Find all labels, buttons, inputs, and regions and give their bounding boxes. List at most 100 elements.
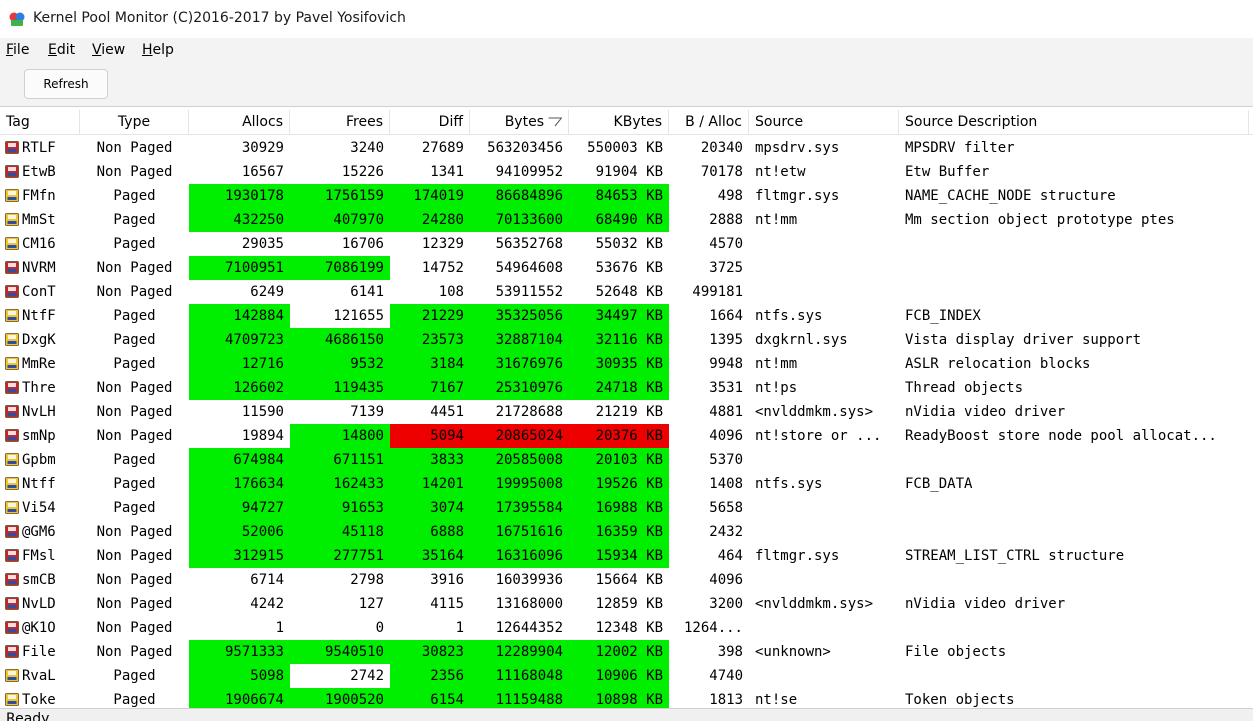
app-icon: [9, 12, 25, 26]
cell-source-description: Token objects: [905, 692, 1015, 708]
pool-table-body[interactable]: RTLF Non Paged 30929 3240 27689 563203456 5500…: [0, 136, 1253, 708]
table-row[interactable]: File Non Paged 9571333 9540510 30823 12289904…: [0, 640, 1253, 664]
menu-file[interactable]: File: [6, 42, 29, 58]
column-header-frees[interactable]: Frees: [290, 110, 390, 134]
cell-allocs: 1930178: [189, 184, 290, 208]
cell-frees: 671151: [290, 448, 390, 472]
cell-kbytes: 91904 KB: [595, 164, 663, 180]
table-row[interactable]: FMsl Non Paged 312915 277751 35164 16316096 15…: [0, 544, 1253, 568]
column-header-kbytes[interactable]: KBytes: [569, 110, 669, 134]
column-header-b-per-alloc[interactable]: B / Alloc: [669, 110, 749, 134]
table-row[interactable]: Thre Non Paged 126602 119435 7167 25310976 247…: [0, 376, 1253, 400]
column-header-bytes[interactable]: Bytes: [470, 110, 569, 134]
table-row[interactable]: NVRM Non Paged 7100951 7086199 14752 54964608…: [0, 256, 1253, 280]
tag-text: @K1O: [22, 620, 56, 636]
cell-bytes: 20585008: [470, 448, 569, 472]
table-row[interactable]: RvaL Paged 5098 2742 2356 11168048 10906 KB 474…: [0, 664, 1253, 688]
cell-source-description: nVidia video driver: [905, 596, 1066, 612]
nonpaged-pool-icon: [5, 549, 19, 562]
table-row[interactable]: Toke Paged 1906674 1900520 6154 11159488 10898…: [0, 688, 1253, 708]
cell-allocs: 176634: [189, 472, 290, 496]
menu-view[interactable]: View: [92, 42, 125, 58]
table-row[interactable]: @K1O Non Paged 1 0 1 12644352 12348 KB 1264...: [0, 616, 1253, 640]
cell-bytes: 70133600: [470, 208, 569, 232]
table-row[interactable]: @GM6 Non Paged 52006 45118 6888 16751616 16359…: [0, 520, 1253, 544]
title-bar: Kernel Pool Monitor (C)2016-2017 by Pave…: [0, 0, 1253, 38]
cell-source: [749, 520, 899, 544]
cell-bytes: 11159488: [470, 688, 569, 708]
cell-frees: 9540510: [290, 640, 390, 664]
cell-type: Non Paged: [96, 404, 173, 420]
cell-source-description: FCB_DATA: [905, 476, 973, 492]
cell-diff: 174019: [390, 184, 470, 208]
table-row[interactable]: RTLF Non Paged 30929 3240 27689 563203456 5500…: [0, 136, 1253, 160]
cell-frees: 3240: [350, 140, 384, 156]
refresh-button[interactable]: Refresh: [24, 69, 108, 99]
table-row[interactable]: NtfF Paged 142884 121655 21229 35325056 34497 …: [0, 304, 1253, 328]
table-row[interactable]: NvLH Non Paged 11590 7139 4451 21728688 21219 …: [0, 400, 1253, 424]
cell-source-description: [899, 232, 1249, 256]
cell-source: nt!etw: [755, 164, 806, 180]
cell-allocs: 5098: [189, 664, 290, 688]
column-header-source[interactable]: Source: [749, 110, 899, 134]
cell-bytes: 54964608: [495, 260, 563, 276]
cell-source: ntfs.sys: [755, 308, 823, 324]
cell-b-per-alloc: 5658: [709, 500, 743, 516]
column-header-tag[interactable]: Tag: [0, 110, 80, 134]
cell-b-per-alloc: 1395: [709, 332, 743, 348]
table-row[interactable]: DxgK Paged 4709723 4686150 23573 32887104 3211…: [0, 328, 1253, 352]
column-header-diff[interactable]: Diff: [390, 110, 470, 134]
table-row[interactable]: EtwB Non Paged 16567 15226 1341 94109952 91904…: [0, 160, 1253, 184]
cell-tag: NVRM: [0, 256, 80, 280]
cell-bytes: 17395584: [470, 496, 569, 520]
table-row[interactable]: MmSt Paged 432250 407970 24280 70133600 68490 …: [0, 208, 1253, 232]
cell-diff: 6154: [390, 688, 470, 708]
cell-type: Non Paged: [96, 428, 173, 444]
table-row[interactable]: Vi54 Paged 94727 91653 3074 17395584 16988 KB 5…: [0, 496, 1253, 520]
cell-frees: 2798: [350, 572, 384, 588]
cell-kbytes: 10906 KB: [569, 664, 669, 688]
table-row[interactable]: FMfn Paged 1930178 1756159 174019 86684896 846…: [0, 184, 1253, 208]
cell-diff: 4115: [430, 596, 464, 612]
cell-source: [749, 568, 899, 592]
table-row[interactable]: MmRe Paged 12716 9532 3184 31676976 30935 KB 99…: [0, 352, 1253, 376]
cell-type: Paged: [113, 236, 156, 252]
cell-bytes: 19995008: [470, 472, 569, 496]
column-header-type[interactable]: Type: [80, 110, 189, 134]
paged-pool-icon: [5, 501, 19, 514]
cell-source: [749, 448, 899, 472]
cell-b-per-alloc: 70178: [700, 164, 743, 180]
menu-bar: File Edit View Help: [0, 38, 1253, 62]
tag-text: smNp: [22, 428, 56, 444]
tag-text: Thre: [22, 380, 56, 396]
cell-b-per-alloc: 2432: [709, 524, 743, 540]
tag-text: NvLD: [22, 596, 56, 612]
table-row[interactable]: ConT Non Paged 6249 6141 108 53911552 52648 KB…: [0, 280, 1253, 304]
column-header-source-description[interactable]: Source Description: [899, 110, 1249, 134]
table-row[interactable]: NvLD Non Paged 4242 127 4115 13168000 12859 KB…: [0, 592, 1253, 616]
column-header-allocs[interactable]: Allocs: [189, 110, 290, 134]
cell-allocs: 94727: [189, 496, 290, 520]
cell-source-description: [899, 616, 1249, 640]
cell-frees: 407970: [290, 208, 390, 232]
table-row[interactable]: Gpbm Paged 674984 671151 3833 20585008 20103 K…: [0, 448, 1253, 472]
menu-edit[interactable]: Edit: [48, 42, 75, 58]
cell-source-description: NAME_CACHE_NODE structure: [905, 188, 1116, 204]
table-row[interactable]: CM16 Paged 29035 16706 12329 56352768 55032 KB…: [0, 232, 1253, 256]
table-row[interactable]: smCB Non Paged 6714 2798 3916 16039936 15664 K…: [0, 568, 1253, 592]
menu-help[interactable]: Help: [142, 42, 174, 58]
cell-diff: 14752: [421, 260, 464, 276]
table-row[interactable]: Ntff Paged 176634 162433 14201 19995008 19526 …: [0, 472, 1253, 496]
cell-b-per-alloc: 3200: [709, 596, 743, 612]
cell-frees: 1900520: [290, 688, 390, 708]
column-header-bytes-label: Bytes: [504, 114, 544, 130]
cell-kbytes: 53676 KB: [595, 260, 663, 276]
table-row[interactable]: smNp Non Paged 19894 14800 5094 20865024 20376…: [0, 424, 1253, 448]
cell-source-description: File objects: [905, 644, 1007, 660]
cell-tag: NvLH: [0, 400, 80, 424]
cell-bytes: 16751616: [470, 520, 569, 544]
cell-source-description: [899, 496, 1249, 520]
cell-tag: RTLF: [0, 136, 80, 160]
cell-allocs: 7100951: [189, 256, 290, 280]
cell-type: Non Paged: [96, 644, 173, 660]
